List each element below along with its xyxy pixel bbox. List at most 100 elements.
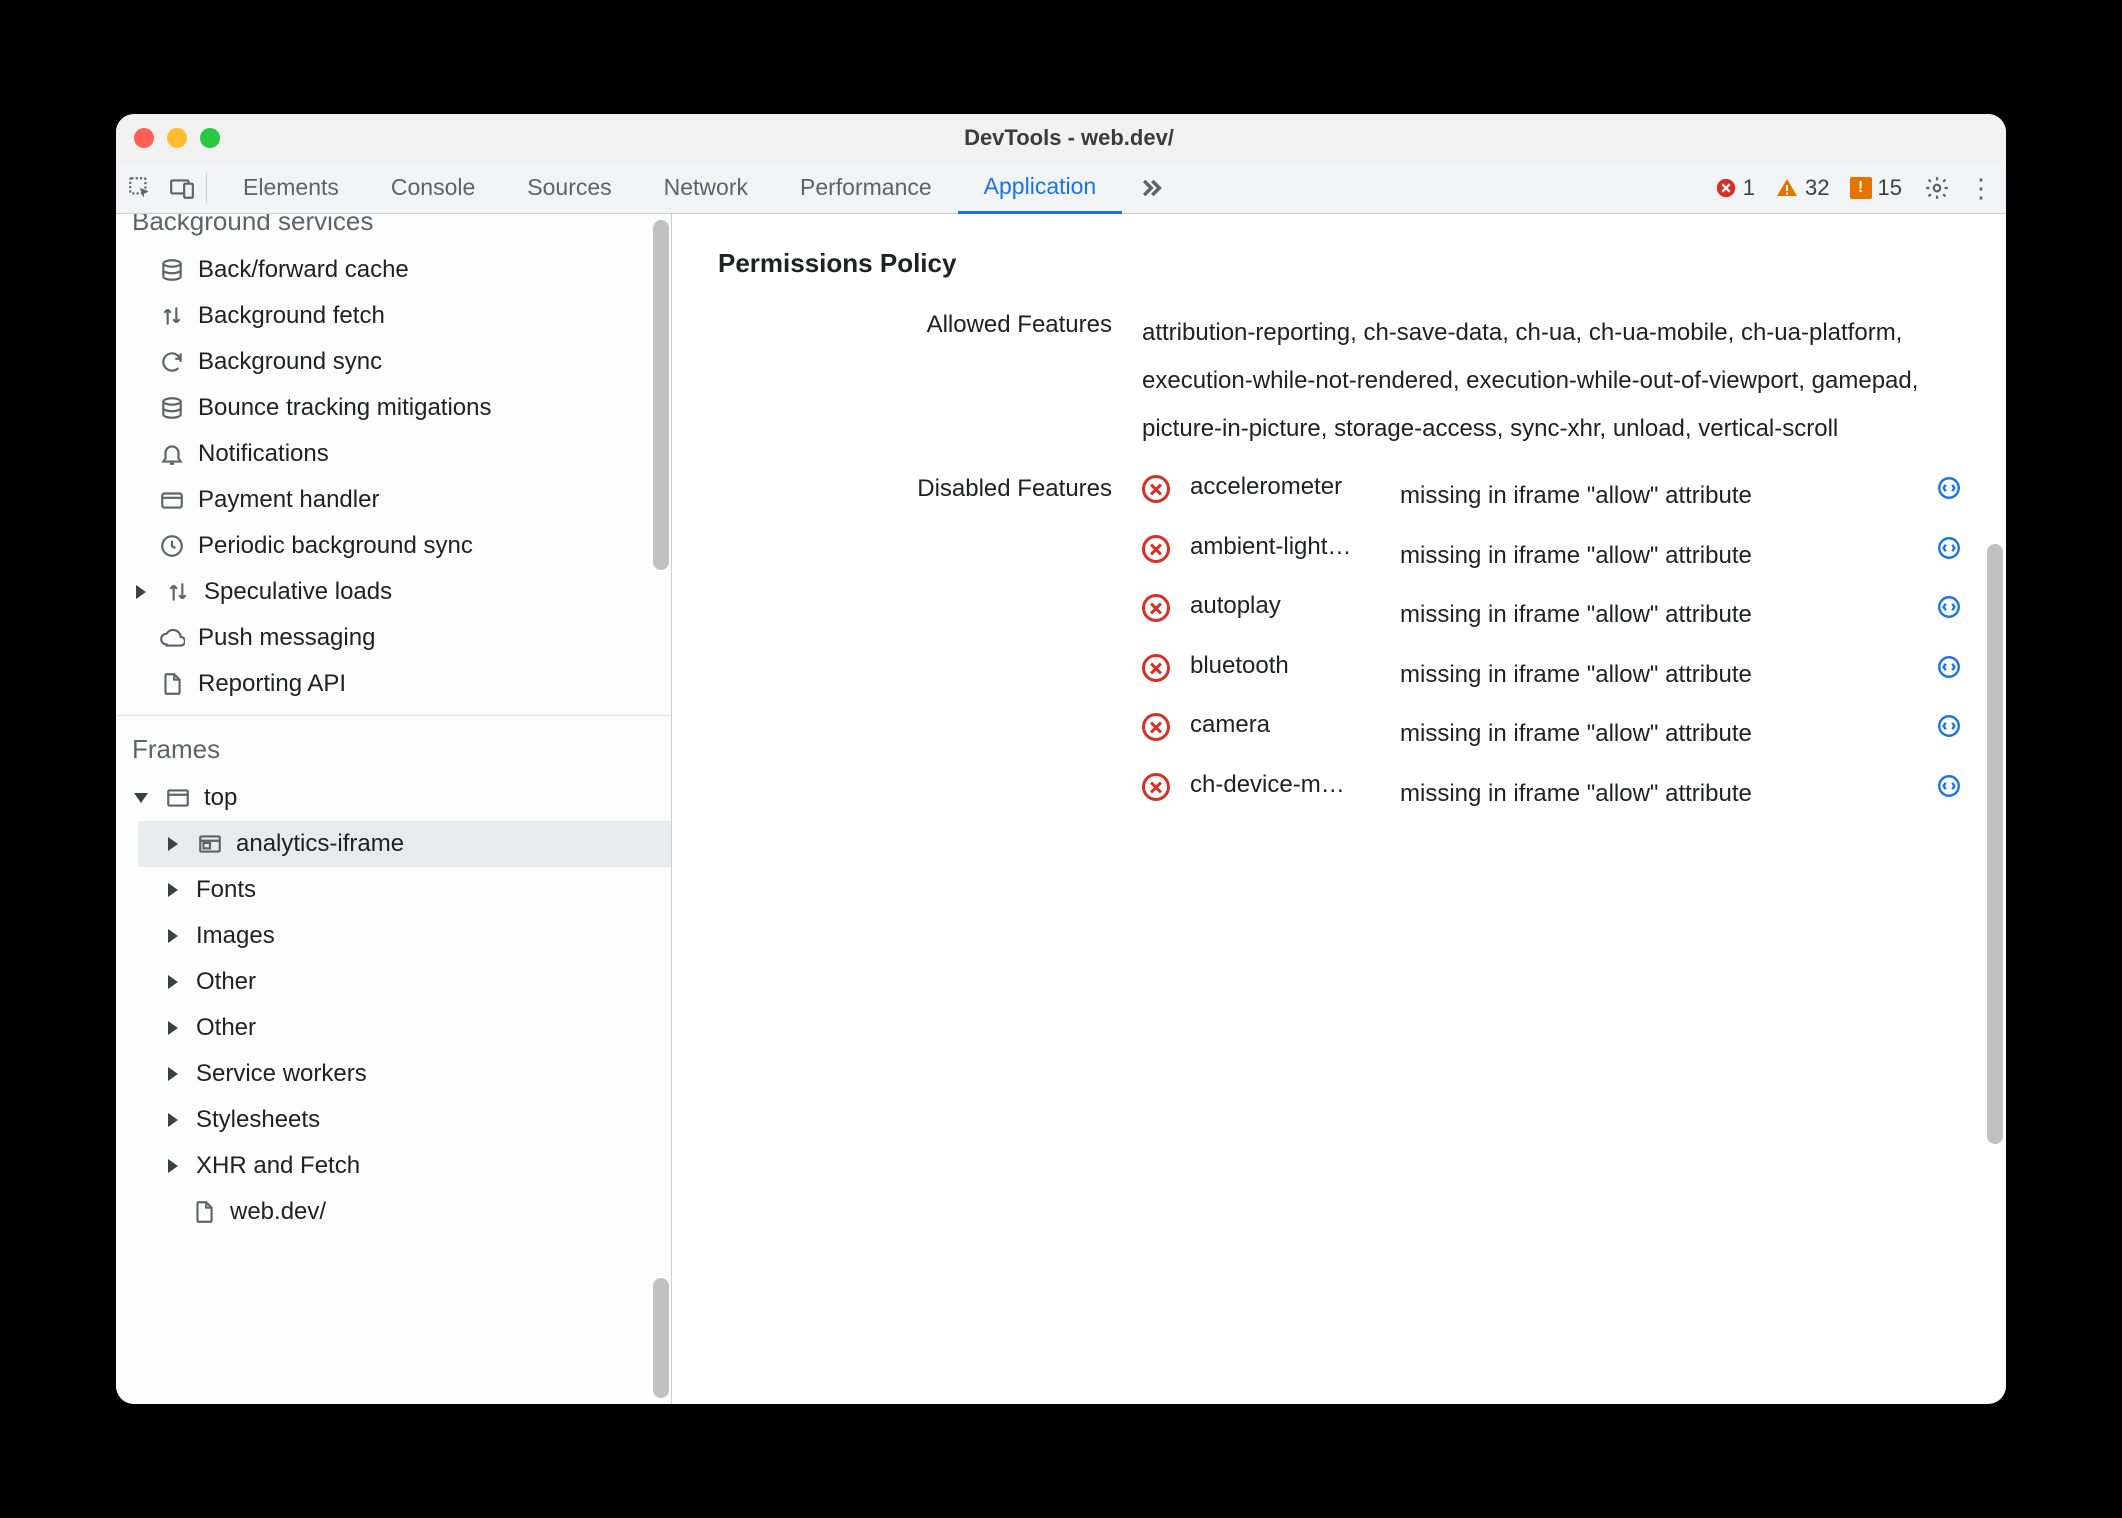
settings-icon[interactable]: [1922, 173, 1952, 203]
frame-stylesheets[interactable]: Stylesheets: [138, 1097, 671, 1143]
more-options-icon[interactable]: ⋮: [1966, 173, 1996, 203]
devtools-window: DevTools - web.dev/ Elements Console Sou…: [116, 114, 2006, 1404]
frame-other-2[interactable]: Other: [138, 1005, 671, 1051]
tab-elements[interactable]: Elements: [217, 162, 365, 214]
section-frames: Frames: [116, 724, 671, 775]
panel-body: Background services Back/forward cache B…: [116, 214, 2006, 1404]
sidebar-item-label: Push messaging: [198, 620, 375, 656]
frame-label: Images: [196, 918, 275, 954]
disclosure-triangle-icon[interactable]: [168, 1159, 178, 1173]
sidebar-item-label: Notifications: [198, 436, 329, 472]
tab-network[interactable]: Network: [638, 162, 774, 214]
frame-label: analytics-iframe: [236, 826, 404, 862]
reveal-in-elements-icon[interactable]: [1936, 773, 1964, 801]
frame-label: Service workers: [196, 1056, 367, 1092]
sidebar-scrollbar[interactable]: [653, 220, 669, 570]
sidebar-item-bounce-tracking[interactable]: Bounce tracking mitigations: [116, 385, 671, 431]
database-icon: [158, 394, 186, 422]
frame-fonts[interactable]: Fonts: [138, 867, 671, 913]
inspect-element-icon[interactable]: [126, 174, 154, 202]
frame-label: Other: [196, 1010, 256, 1046]
reveal-in-elements-icon[interactable]: [1936, 594, 1964, 622]
error-circle-icon: [1142, 654, 1170, 682]
frame-resource-webdev[interactable]: web.dev/: [138, 1189, 671, 1235]
sync-icon: [158, 348, 186, 376]
disclosure-triangle-icon[interactable]: [168, 929, 178, 943]
disabled-features-list: accelerometer missing in iframe "allow" …: [1142, 473, 1976, 817]
feature-reason: missing in iframe "allow" attribute: [1400, 711, 1926, 757]
disclosure-triangle-icon[interactable]: [168, 975, 178, 989]
arrows-updown-icon: [164, 578, 192, 606]
file-icon: [158, 670, 186, 698]
reveal-in-elements-icon[interactable]: [1936, 654, 1964, 682]
warning-count[interactable]: 32: [1769, 175, 1835, 201]
sidebar-item-speculative-loads[interactable]: Speculative loads: [116, 569, 671, 615]
disclosure-triangle-icon[interactable]: [168, 1021, 178, 1035]
frame-label: Stylesheets: [196, 1102, 320, 1138]
frame-other-1[interactable]: Other: [138, 959, 671, 1005]
issue-count-value: 15: [1878, 175, 1902, 201]
disabled-feature-item: accelerometer missing in iframe "allow" …: [1142, 473, 1976, 519]
error-count[interactable]: 1: [1709, 175, 1761, 201]
sidebar-item-bf-cache[interactable]: Back/forward cache: [116, 247, 671, 293]
feature-reason: missing in iframe "allow" attribute: [1400, 592, 1926, 638]
file-icon: [190, 1198, 218, 1226]
sidebar-item-reporting-api[interactable]: Reporting API: [116, 661, 671, 707]
sidebar-item-label: Payment handler: [198, 482, 379, 518]
arrows-updown-icon: [158, 302, 186, 330]
frame-service-workers[interactable]: Service workers: [138, 1051, 671, 1097]
sidebar-scrollbar-bottom[interactable]: [653, 1278, 669, 1398]
tab-sources[interactable]: Sources: [501, 162, 637, 214]
main-scrollbar[interactable]: [1987, 544, 2003, 1144]
sidebar-item-periodic-sync[interactable]: Periodic background sync: [116, 523, 671, 569]
reveal-in-elements-icon[interactable]: [1936, 713, 1964, 741]
sidebar-item-notifications[interactable]: Notifications: [116, 431, 671, 477]
window-title: DevTools - web.dev/: [150, 125, 1988, 151]
sidebar-item-background-fetch[interactable]: Background fetch: [116, 293, 671, 339]
disclosure-triangle-icon[interactable]: [168, 1113, 178, 1127]
tab-performance[interactable]: Performance: [774, 162, 958, 214]
sidebar-item-label: Back/forward cache: [198, 252, 409, 288]
disclosure-triangle-icon[interactable]: [134, 793, 148, 803]
tab-console[interactable]: Console: [365, 162, 501, 214]
disclosure-triangle-icon[interactable]: [168, 837, 178, 851]
feature-reason: missing in iframe "allow" attribute: [1400, 473, 1926, 519]
status-counters: 1 32 ! 15: [1709, 175, 1908, 201]
feature-name: bluetooth: [1190, 652, 1390, 680]
frame-analytics-iframe[interactable]: analytics-iframe: [138, 821, 671, 867]
reveal-in-elements-icon[interactable]: [1936, 475, 1964, 503]
tab-application[interactable]: Application: [958, 162, 1123, 214]
cloud-icon: [158, 624, 186, 652]
issue-count[interactable]: ! 15: [1844, 175, 1908, 201]
sidebar-item-background-sync[interactable]: Background sync: [116, 339, 671, 385]
divider: [116, 715, 671, 716]
disclosure-triangle-icon[interactable]: [168, 883, 178, 897]
sidebar-item-push-messaging[interactable]: Push messaging: [116, 615, 671, 661]
clock-icon: [158, 532, 186, 560]
permissions-policy-heading: Permissions Policy: [718, 248, 1976, 279]
feature-name: ambient-light…: [1190, 533, 1390, 561]
frame-xhr-fetch[interactable]: XHR and Fetch: [138, 1143, 671, 1189]
warning-count-value: 32: [1805, 175, 1829, 201]
feature-reason: missing in iframe "allow" attribute: [1400, 652, 1926, 698]
disabled-features-row: Disabled Features accelerometer missing …: [712, 473, 1976, 817]
frame-label: Fonts: [196, 872, 256, 908]
application-sidebar: Background services Back/forward cache B…: [116, 214, 672, 1404]
sidebar-item-label: Periodic background sync: [198, 528, 473, 564]
sidebar-item-label: Background sync: [198, 344, 382, 380]
disclosure-triangle-icon[interactable]: [136, 585, 146, 599]
more-tabs-icon[interactable]: [1122, 162, 1178, 214]
feature-name: ch-device-m…: [1190, 771, 1390, 799]
frame-images[interactable]: Images: [138, 913, 671, 959]
feature-name: camera: [1190, 711, 1390, 739]
sidebar-item-payment-handler[interactable]: Payment handler: [116, 477, 671, 523]
iframe-icon: [196, 830, 224, 858]
frame-label: XHR and Fetch: [196, 1148, 360, 1184]
disabled-feature-item: ch-device-m… missing in iframe "allow" a…: [1142, 771, 1976, 817]
device-toolbar-icon[interactable]: [168, 174, 196, 202]
frame-top[interactable]: top: [116, 775, 671, 821]
panel-tabs: Elements Console Sources Network Perform…: [217, 162, 1178, 214]
disclosure-triangle-icon[interactable]: [168, 1067, 178, 1081]
reveal-in-elements-icon[interactable]: [1936, 535, 1964, 563]
disabled-feature-item: autoplay missing in iframe "allow" attri…: [1142, 592, 1976, 638]
